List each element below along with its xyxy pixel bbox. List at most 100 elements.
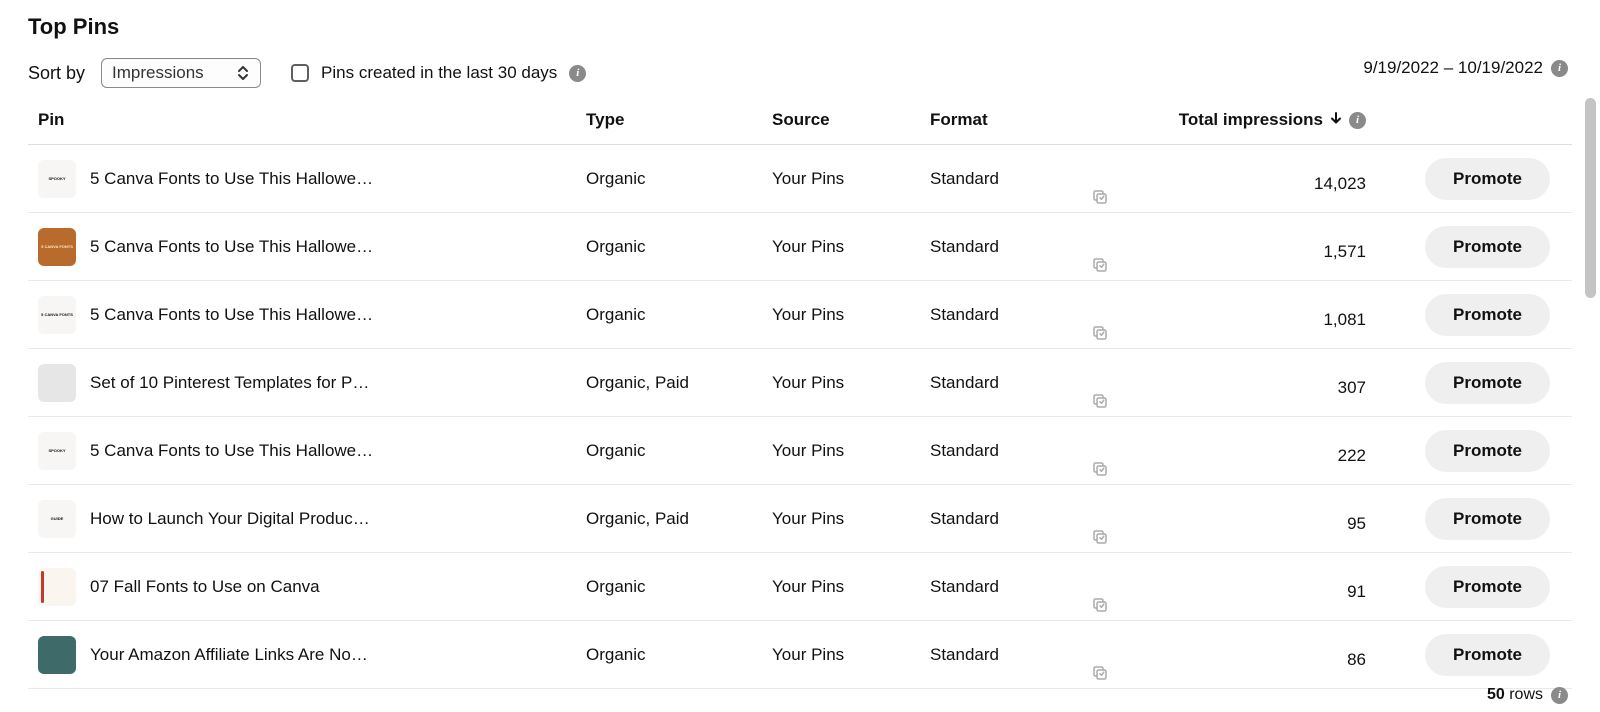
copy-icon[interactable] [1070,528,1130,552]
pin-impressions: 14,023 [1130,164,1390,194]
copy-icon[interactable] [1070,460,1130,484]
date-range: 9/19/2022 – 10/19/2022 i [1363,58,1568,78]
pin-title[interactable]: 07 Fall Fonts to Use on Canva [90,577,320,597]
pin-type: Organic [586,305,772,325]
th-source[interactable]: Source [772,110,930,130]
pin-title[interactable]: 5 Canva Fonts to Use This Hallowe… [90,169,373,189]
pin-impressions: 222 [1130,436,1390,466]
pin-type: Organic [586,237,772,257]
date-range-text: 9/19/2022 – 10/19/2022 [1363,58,1543,78]
rows-count-number: 50 [1487,686,1505,703]
table-row[interactable]: Your Amazon Affiliate Links Are No… Organ… [28,621,1572,689]
checkbox-box-icon [291,64,309,82]
sort-by-label: Sort by [28,63,85,84]
pins-table: Pin Type Source Format Total impressions… [28,110,1572,702]
info-icon[interactable]: i [1551,60,1568,77]
pin-title[interactable]: 5 Canva Fonts to Use This Hallowe… [90,305,373,325]
promote-button[interactable]: Promote [1425,362,1550,404]
sort-select-value: Impressions [112,63,204,83]
pin-thumbnail[interactable]: GUIDE [38,500,76,538]
pin-thumbnail[interactable] [38,364,76,402]
pin-source: Your Pins [772,305,930,325]
recent-pins-checkbox[interactable]: Pins created in the last 30 days i [291,63,586,83]
pin-type: Organic [586,441,772,461]
rows-count-label: rows [1509,686,1543,703]
table-row[interactable]: 07 Fall Fonts to Use on Canva OrganicYour… [28,553,1572,621]
pin-impressions: 95 [1130,504,1390,534]
pin-source: Your Pins [772,169,930,189]
table-row[interactable]: Set of 10 Pinterest Templates for P… Orga… [28,349,1572,417]
copy-icon[interactable] [1070,188,1130,212]
info-icon[interactable]: i [1349,112,1366,129]
pin-source: Your Pins [772,509,930,529]
page-title: Top Pins [28,14,1572,40]
pin-source: Your Pins [772,441,930,461]
pin-format: Standard [930,645,1070,665]
promote-button[interactable]: Promote [1425,566,1550,608]
copy-icon[interactable] [1070,324,1130,348]
pin-type: Organic [586,645,772,665]
copy-icon[interactable] [1070,664,1130,688]
pin-type: Organic [586,169,772,189]
info-icon[interactable]: i [569,65,586,82]
pin-title[interactable]: How to Launch Your Digital Produc… [90,509,370,529]
controls-row: Sort by Impressions Pins created in the … [28,58,1572,88]
table-row[interactable]: SPOOKY 5 Canva Fonts to Use This Hallowe…… [28,145,1572,213]
pin-source: Your Pins [772,373,930,393]
pin-format: Standard [930,577,1070,597]
pin-type: Organic, Paid [586,373,772,393]
pin-impressions: 307 [1130,368,1390,398]
pin-thumbnail[interactable]: 5 CANVA FONTS [38,228,76,266]
pin-thumbnail[interactable]: SPOOKY [38,432,76,470]
th-type[interactable]: Type [586,110,772,130]
rows-count: 50 rows i [1487,686,1568,704]
sort-select[interactable]: Impressions [101,58,261,88]
pin-thumbnail[interactable]: 5 CANVA FONTS [38,296,76,334]
pin-type: Organic, Paid [586,509,772,529]
table-row[interactable]: 5 CANVA FONTS 5 Canva Fonts to Use This H… [28,281,1572,349]
scrollbar-thumb[interactable] [1585,98,1596,298]
info-icon[interactable]: i [1551,687,1568,704]
promote-button[interactable]: Promote [1425,634,1550,676]
table-row[interactable]: SPOOKY 5 Canva Fonts to Use This Hallowe…… [28,417,1572,485]
pin-thumbnail[interactable] [38,568,76,606]
promote-button[interactable]: Promote [1425,430,1550,472]
pin-format: Standard [930,237,1070,257]
promote-button[interactable]: Promote [1425,294,1550,336]
pin-format: Standard [930,373,1070,393]
pin-source: Your Pins [772,645,930,665]
recent-pins-label: Pins created in the last 30 days [321,63,557,83]
pin-title[interactable]: Your Amazon Affiliate Links Are No… [90,645,368,665]
th-format[interactable]: Format [930,110,1070,130]
pin-title[interactable]: 5 Canva Fonts to Use This Hallowe… [90,441,373,461]
pin-impressions: 1,081 [1130,300,1390,330]
th-impressions-label: Total impressions [1179,110,1323,130]
pin-format: Standard [930,169,1070,189]
table-row[interactable]: 5 CANVA FONTS 5 Canva Fonts to Use This H… [28,213,1572,281]
pin-impressions: 1,571 [1130,232,1390,262]
promote-button[interactable]: Promote [1425,498,1550,540]
table-header-row: Pin Type Source Format Total impressions… [28,110,1572,145]
pin-source: Your Pins [772,577,930,597]
promote-button[interactable]: Promote [1425,226,1550,268]
pin-impressions: 91 [1130,572,1390,602]
pin-source: Your Pins [772,237,930,257]
pin-format: Standard [930,441,1070,461]
copy-icon[interactable] [1070,256,1130,280]
pin-impressions: 86 [1130,640,1390,670]
pin-type: Organic [586,577,772,597]
pin-thumbnail[interactable] [38,636,76,674]
copy-icon[interactable] [1070,596,1130,620]
th-pin[interactable]: Pin [38,110,586,130]
arrow-down-icon [1329,110,1343,130]
table-row[interactable]: GUIDE How to Launch Your Digital Produc… O… [28,485,1572,553]
pin-format: Standard [930,509,1070,529]
pin-title[interactable]: Set of 10 Pinterest Templates for P… [90,373,369,393]
chevron-updown-icon [236,65,250,81]
copy-icon[interactable] [1070,392,1130,416]
pin-thumbnail[interactable]: SPOOKY [38,160,76,198]
pin-title[interactable]: 5 Canva Fonts to Use This Hallowe… [90,237,373,257]
promote-button[interactable]: Promote [1425,158,1550,200]
pin-format: Standard [930,305,1070,325]
th-impressions[interactable]: Total impressions i [1130,110,1390,130]
